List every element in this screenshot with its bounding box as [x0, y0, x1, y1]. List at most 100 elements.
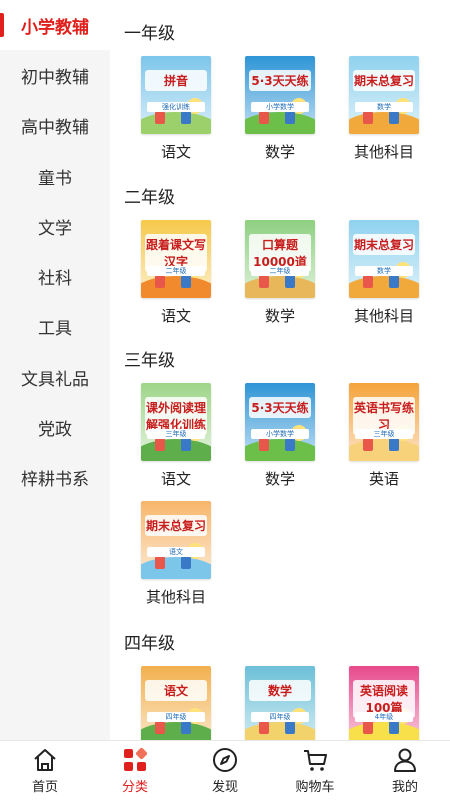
sidebar-item-1[interactable]: 初中教辅: [0, 50, 110, 100]
sidebar-item-5[interactable]: 社科: [0, 251, 110, 301]
tab-category[interactable]: 分类: [90, 741, 180, 800]
tab-cart[interactable]: 购物车: [270, 741, 360, 800]
tab-mine[interactable]: 我的: [360, 741, 450, 800]
grade-title: 四年级: [124, 633, 175, 654]
book-cover[interactable]: 5·3天天练 小学数学: [245, 56, 315, 134]
book-item[interactable]: 期末总复习数学其他科目: [332, 56, 436, 162]
book-label[interactable]: 英语: [369, 469, 399, 489]
sidebar-item-label: 文具礼品: [21, 369, 89, 390]
cover-subtitle: 强化训练: [147, 102, 205, 112]
book-grid: 跟着课文写汉字 二年级 语文 口算题10000道 二年级 数学 期末总复习 数学 其他科目: [124, 220, 450, 338]
book-item[interactable]: 英语书写练习 三年级英语: [332, 383, 436, 489]
sidebar-item-label: 文学: [38, 218, 72, 239]
sidebar-item-label: 小学教辅: [21, 17, 89, 38]
tab-category-label: 分类: [121, 780, 148, 795]
cover-subtitle: 小学数学: [251, 429, 309, 439]
book-cover[interactable]: 跟着课文写汉字 二年级: [141, 220, 211, 298]
grade-section: 二年级 跟着课文写汉字 二年级 语文 口算题10000道 二年级 数学 期末总复习 数学 其他科目: [110, 180, 450, 338]
cover-illustration: [349, 276, 419, 298]
sidebar-item-6[interactable]: 工具: [0, 302, 110, 352]
cover-illustration: [245, 276, 315, 298]
cover-illustration: [141, 722, 211, 740]
book-item[interactable]: 英语阅读100篇 4年级: [332, 666, 436, 740]
book-cover[interactable]: 数学 四年级: [245, 666, 315, 740]
book-item[interactable]: 课外阅读理解强化训练 三年级语文: [124, 383, 228, 489]
cover-title: 5·3天天练: [249, 70, 311, 91]
book-cover[interactable]: 英语书写练习 三年级: [349, 383, 419, 461]
book-label[interactable]: 数学: [265, 306, 295, 326]
book-cover[interactable]: 口算题10000道 二年级: [245, 220, 315, 298]
book-item[interactable]: 跟着课文写汉字 二年级语文: [124, 220, 228, 326]
cover-illustration: [141, 557, 211, 579]
cover-illustration: [141, 112, 211, 134]
cover-title: 期末总复习: [145, 515, 207, 536]
book-label[interactable]: 其他科目: [354, 306, 414, 326]
book-grid: 课外阅读理解强化训练 三年级 语文 5·3天天练 小学数学 数学 英语书写练习 三年级 英语 期末…: [124, 383, 450, 619]
sidebar-item-0[interactable]: 小学教辅: [0, 0, 110, 51]
cart-icon: [304, 750, 327, 771]
book-item[interactable]: 口算题10000道 二年级数学: [228, 220, 332, 326]
book-item[interactable]: 5·3天天练小学数学数学: [228, 383, 332, 489]
book-item[interactable]: 期末总复习语文其他科目: [124, 501, 228, 607]
cover-subtitle: 4年级: [355, 712, 413, 722]
book-item[interactable]: 5·3天天练 小学数学数学: [228, 56, 332, 162]
book-item[interactable]: 拼音 强化训练 语文: [124, 56, 228, 162]
book-item[interactable]: 期末总复习 数学其他科目: [332, 220, 436, 326]
tab-discover[interactable]: 发现: [180, 741, 270, 800]
book-item[interactable]: 语文 四年级: [124, 666, 228, 740]
compass-icon: [213, 748, 237, 772]
book-item[interactable]: 数学 四年级: [228, 666, 332, 740]
book-cover[interactable]: 拼音 强化训练: [141, 56, 211, 134]
cover-subtitle: 语文: [147, 547, 205, 557]
book-cover[interactable]: 课外阅读理解强化训练 三年级: [141, 383, 211, 461]
sidebar-item-label: 高中教辅: [21, 118, 89, 139]
book-label[interactable]: 数学: [265, 142, 295, 162]
cover-subtitle: 三年级: [147, 429, 205, 439]
book-cover[interactable]: 期末总复习 数学: [349, 220, 419, 298]
cover-illustration: [349, 112, 419, 134]
cover-illustration: [141, 439, 211, 461]
sidebar-item-9[interactable]: 梓耕书系: [0, 453, 110, 503]
tab-home[interactable]: 首页: [0, 741, 90, 800]
book-label[interactable]: 数学: [265, 469, 295, 489]
book-cover[interactable]: 英语阅读100篇 4年级: [349, 666, 419, 740]
grade-title: 三年级: [124, 350, 175, 371]
book-cover[interactable]: 语文 四年级: [141, 666, 211, 740]
sidebar-item-7[interactable]: 文具礼品: [0, 352, 110, 402]
book-cover[interactable]: 5·3天天练小学数学: [245, 383, 315, 461]
cover-title: 拼音: [145, 70, 207, 91]
cover-subtitle: 二年级: [251, 266, 309, 276]
sidebar-item-4[interactable]: 文学: [0, 201, 110, 251]
book-label[interactable]: 其他科目: [146, 587, 206, 607]
book-label[interactable]: 其他科目: [354, 142, 414, 162]
grade-title: 二年级: [124, 187, 175, 208]
tab-discover-label: 发现: [211, 780, 238, 795]
cover-subtitle: 数学: [355, 102, 413, 112]
sidebar-item-3[interactable]: 童书: [0, 151, 110, 201]
cover-illustration: [349, 439, 419, 461]
book-cover[interactable]: 期末总复习 数学: [349, 56, 419, 134]
sidebar-item-label: 党政: [38, 420, 72, 441]
user-icon: [394, 748, 416, 772]
book-label[interactable]: 语文: [161, 306, 191, 326]
book-label[interactable]: 语文: [161, 469, 191, 489]
cover-illustration: [245, 112, 315, 134]
home-icon: [34, 749, 56, 771]
sidebar-item-label: 梓耕书系: [21, 470, 89, 491]
sidebar-item-label: 工具: [38, 319, 72, 340]
book-content[interactable]: 一年级 拼音 强化训练 语文 5·3天天练 小学数学 数学 期末总复习 数学 其他科目 二年级 跟着课…: [110, 0, 450, 740]
cover-title: 期末总复习: [353, 70, 415, 91]
sidebar-item-8[interactable]: 党政: [0, 402, 110, 452]
book-label[interactable]: 语文: [161, 142, 191, 162]
sidebar-item-2[interactable]: 高中教辅: [0, 101, 110, 151]
cover-title: 5·3天天练: [249, 397, 311, 418]
grade-section: 三年级 课外阅读理解强化训练 三年级 语文 5·3天天练 小学数学 数学 英语书写练习 三年级英…: [110, 343, 450, 619]
book-cover[interactable]: 期末总复习 语文: [141, 501, 211, 579]
category-sidebar: 小学教辅初中教辅高中教辅童书文学社科工具文具礼品党政梓耕书系: [0, 0, 110, 740]
cover-illustration: [245, 439, 315, 461]
app-root: 小学教辅初中教辅高中教辅童书文学社科工具文具礼品党政梓耕书系 一年级拼音强化训练…: [0, 0, 450, 800]
grade-title: 一年级: [124, 23, 175, 44]
tab-cart-label: 购物车: [295, 780, 335, 795]
book-grid: 语文 四年级 数学 四年级 英语阅读100篇 4年级: [124, 666, 450, 740]
cover-title: 数学: [249, 680, 311, 701]
